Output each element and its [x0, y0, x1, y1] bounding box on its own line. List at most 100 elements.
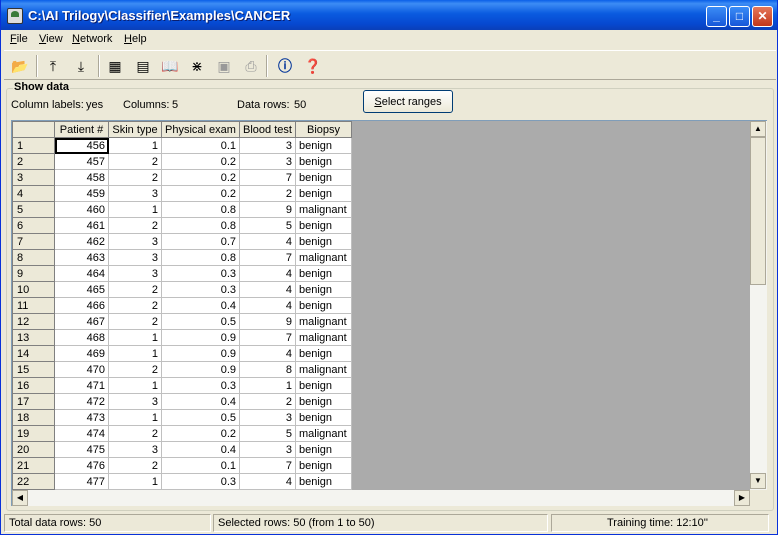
- table-row[interactable]: 6 461 2 0.8 5 benign: [12, 217, 352, 234]
- table-cell[interactable]: 0.9: [161, 329, 240, 346]
- table-cell[interactable]: benign: [295, 345, 352, 362]
- table-cell[interactable]: 466: [54, 297, 109, 314]
- table-cell[interactable]: benign: [295, 169, 352, 186]
- table-cell[interactable]: 2: [108, 457, 162, 474]
- table-cell[interactable]: benign: [295, 393, 352, 410]
- table-row[interactable]: 12 467 2 0.5 9 malignant: [12, 313, 352, 330]
- chart-icon[interactable]: ▤: [132, 55, 154, 77]
- open-folder-icon[interactable]: 📂: [9, 55, 31, 77]
- table-cell[interactable]: malignant: [295, 201, 352, 218]
- table-cell[interactable]: 477: [54, 473, 109, 490]
- table-cell[interactable]: 2: [108, 169, 162, 186]
- close-button[interactable]: ✕: [752, 6, 773, 27]
- table-cell[interactable]: 464: [54, 265, 109, 282]
- table-cell[interactable]: 3: [108, 393, 162, 410]
- table-cell[interactable]: benign: [295, 185, 352, 202]
- row-header[interactable]: 19: [12, 425, 55, 442]
- table-row[interactable]: 1 456 1 0.1 3 benign: [12, 137, 352, 154]
- table-cell[interactable]: benign: [295, 409, 352, 426]
- table-cell[interactable]: 472: [54, 393, 109, 410]
- table-cell[interactable]: 0.3: [161, 281, 240, 298]
- table-cell[interactable]: 4: [239, 281, 296, 298]
- row-header[interactable]: 18: [12, 409, 55, 426]
- table-row[interactable]: 17 472 3 0.4 2 benign: [12, 393, 352, 410]
- table-cell[interactable]: 457: [54, 153, 109, 170]
- select-ranges-button[interactable]: Select ranges: [363, 90, 453, 113]
- table-cell[interactable]: 1: [108, 377, 162, 394]
- column-header[interactable]: Patient #: [54, 121, 109, 138]
- table-cell[interactable]: 0.3: [161, 265, 240, 282]
- table-cell[interactable]: malignant: [295, 329, 352, 346]
- table-cell[interactable]: 462: [54, 233, 109, 250]
- row-header[interactable]: 11: [12, 297, 55, 314]
- table-cell[interactable]: malignant: [295, 313, 352, 330]
- menu-file[interactable]: File: [10, 33, 28, 45]
- table-cell[interactable]: 471: [54, 377, 109, 394]
- scroll-up-arrow-icon[interactable]: ▲: [750, 121, 766, 137]
- print-icon[interactable]: ⎙: [240, 55, 262, 77]
- row-header[interactable]: 15: [12, 361, 55, 378]
- table-cell[interactable]: 2: [108, 361, 162, 378]
- table-row[interactable]: 8 463 3 0.8 7 malignant: [12, 249, 352, 266]
- table-cell[interactable]: 5: [239, 425, 296, 442]
- table-cell[interactable]: 8: [239, 361, 296, 378]
- table-cell[interactable]: 0.9: [161, 361, 240, 378]
- info-icon[interactable]: ⓘ: [274, 55, 296, 77]
- table-row[interactable]: 2 457 2 0.2 3 benign: [12, 153, 352, 170]
- row-header[interactable]: 22: [12, 473, 55, 490]
- table-cell[interactable]: 465: [54, 281, 109, 298]
- table-cell[interactable]: benign: [295, 233, 352, 250]
- row-header[interactable]: 8: [12, 249, 55, 266]
- table-cell[interactable]: 0.2: [161, 425, 240, 442]
- table-cell[interactable]: benign: [295, 473, 352, 490]
- column-header[interactable]: Blood test: [239, 121, 296, 138]
- table-cell[interactable]: 4: [239, 473, 296, 490]
- scroll-right-arrow-icon[interactable]: ▶: [734, 490, 750, 506]
- table-cell[interactable]: 1: [108, 329, 162, 346]
- column-header[interactable]: Biopsy: [295, 121, 352, 138]
- table-cell[interactable]: 1: [239, 377, 296, 394]
- table-icon[interactable]: ▦: [104, 55, 126, 77]
- table-cell[interactable]: 0.5: [161, 409, 240, 426]
- table-cell[interactable]: benign: [295, 441, 352, 458]
- table-cell[interactable]: 4: [239, 265, 296, 282]
- table-cell[interactable]: 9: [239, 201, 296, 218]
- row-header[interactable]: 20: [12, 441, 55, 458]
- table-cell[interactable]: 3: [108, 441, 162, 458]
- table-cell[interactable]: 0.4: [161, 297, 240, 314]
- row-header[interactable]: 5: [12, 201, 55, 218]
- table-row[interactable]: 14 469 1 0.9 4 benign: [12, 345, 352, 362]
- table-row[interactable]: 10 465 2 0.3 4 benign: [12, 281, 352, 298]
- table-cell[interactable]: 3: [239, 441, 296, 458]
- table-row[interactable]: 19 474 2 0.2 5 malignant: [12, 425, 352, 442]
- table-row[interactable]: 20 475 3 0.4 3 benign: [12, 441, 352, 458]
- table-cell[interactable]: 0.2: [161, 185, 240, 202]
- column-header[interactable]: Physical exam: [161, 121, 240, 138]
- table-row[interactable]: 15 470 2 0.9 8 malignant: [12, 361, 352, 378]
- table-cell[interactable]: 0.7: [161, 233, 240, 250]
- table-row[interactable]: 22 477 1 0.3 4 benign: [12, 473, 352, 490]
- row-header[interactable]: 4: [12, 185, 55, 202]
- book-icon[interactable]: 📖: [159, 55, 181, 77]
- app-icon[interactable]: [7, 8, 23, 24]
- vertical-scrollbar[interactable]: ▲ ▼: [750, 121, 767, 490]
- table-row[interactable]: 9 464 3 0.3 4 benign: [12, 265, 352, 282]
- table-cell[interactable]: 456: [54, 137, 109, 154]
- row-header[interactable]: 16: [12, 377, 55, 394]
- corner-header[interactable]: [12, 121, 55, 138]
- table-cell[interactable]: 3: [108, 185, 162, 202]
- menu-help[interactable]: Help: [124, 33, 147, 45]
- table-row[interactable]: 11 466 2 0.4 4 benign: [12, 297, 352, 314]
- table-cell[interactable]: 0.2: [161, 169, 240, 186]
- table-cell[interactable]: 474: [54, 425, 109, 442]
- row-header[interactable]: 7: [12, 233, 55, 250]
- scroll-down-arrow-icon[interactable]: ▼: [750, 473, 766, 489]
- table-cell[interactable]: 0.8: [161, 201, 240, 218]
- table-cell[interactable]: 7: [239, 457, 296, 474]
- row-header[interactable]: 1: [12, 137, 55, 154]
- table-cell[interactable]: 0.5: [161, 313, 240, 330]
- row-header[interactable]: 21: [12, 457, 55, 474]
- import-icon[interactable]: ⤒: [42, 55, 64, 77]
- table-cell[interactable]: benign: [295, 297, 352, 314]
- export-icon[interactable]: ⤓: [70, 55, 92, 77]
